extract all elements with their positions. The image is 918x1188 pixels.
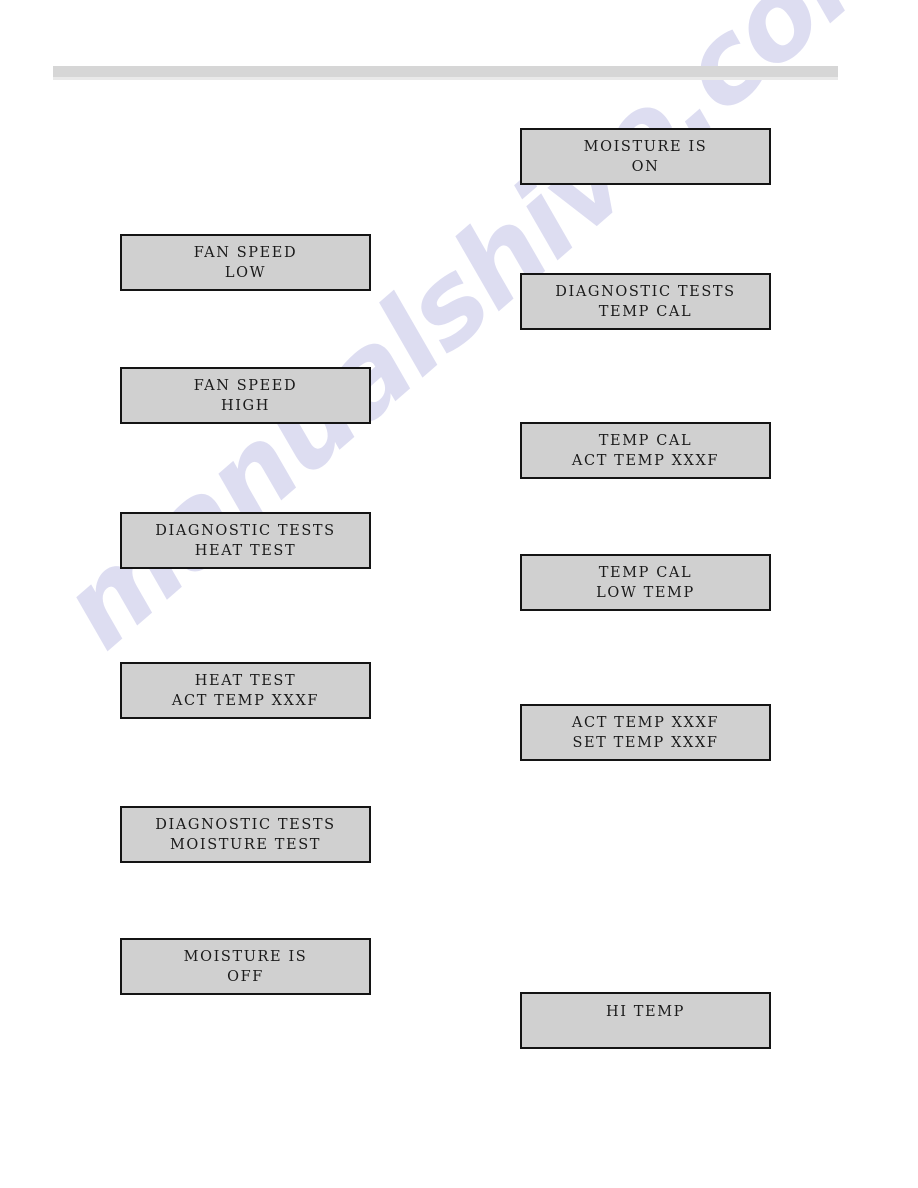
lcd-line-2: ACT TEMP XXXF: [171, 693, 320, 709]
lcd-line-1: TEMP CAL: [598, 565, 693, 581]
lcd-line-1: TEMP CAL: [598, 433, 693, 449]
lcd-line-2: SET TEMP XXXF: [572, 735, 719, 751]
lcd-panel-diagnostic-tests-heat-test: DIAGNOSTIC TESTS HEAT TEST: [120, 512, 371, 569]
lcd-panel-temp-cal-act-temp: TEMP CAL ACT TEMP XXXF: [520, 422, 771, 479]
header-rule: [53, 66, 838, 77]
lcd-line-2: TEMP CAL: [598, 304, 693, 320]
watermark-text: manualshive.com: [37, 0, 918, 675]
lcd-panel-fan-speed-low: FAN SPEED LOW: [120, 234, 371, 291]
lcd-line-2: ON: [631, 159, 660, 175]
lcd-panel-hi-temp: HI TEMP: [520, 992, 771, 1049]
lcd-line-2: OFF: [227, 969, 264, 985]
lcd-panel-moisture-is-on: MOISTURE IS ON: [520, 128, 771, 185]
lcd-line-1: HI TEMP: [605, 1004, 686, 1020]
lcd-line-2: LOW TEMP: [596, 585, 695, 601]
lcd-panel-moisture-is-off: MOISTURE IS OFF: [120, 938, 371, 995]
lcd-panel-heat-test-act-temp: HEAT TEST ACT TEMP XXXF: [120, 662, 371, 719]
lcd-panel-temp-cal-low-temp: TEMP CAL LOW TEMP: [520, 554, 771, 611]
lcd-line-2: HEAT TEST: [194, 543, 297, 559]
lcd-line-1: DIAGNOSTIC TESTS: [555, 284, 736, 300]
lcd-line-2: MOISTURE TEST: [169, 837, 322, 853]
lcd-line-1: FAN SPEED: [193, 378, 298, 394]
lcd-line-1: HEAT TEST: [194, 673, 297, 689]
lcd-line-1: MOISTURE IS: [183, 949, 308, 965]
watermark-layer: manualshive.com: [0, 0, 918, 1188]
lcd-line-2: LOW: [224, 265, 267, 281]
lcd-line-1: MOISTURE IS: [583, 139, 708, 155]
lcd-panel-diagnostic-tests-moisture-test: DIAGNOSTIC TESTS MOISTURE TEST: [120, 806, 371, 863]
lcd-line-1: ACT TEMP XXXF: [571, 715, 720, 731]
lcd-line-2: HIGH: [220, 398, 270, 414]
lcd-line-1: DIAGNOSTIC TESTS: [155, 817, 336, 833]
lcd-panel-fan-speed-high: FAN SPEED HIGH: [120, 367, 371, 424]
lcd-panel-diagnostic-tests-temp-cal: DIAGNOSTIC TESTS TEMP CAL: [520, 273, 771, 330]
header-rule-shadow: [53, 77, 838, 80]
lcd-line-1: DIAGNOSTIC TESTS: [155, 523, 336, 539]
lcd-line-2: ACT TEMP XXXF: [571, 453, 720, 469]
lcd-line-1: FAN SPEED: [193, 245, 298, 261]
lcd-panel-act-set-temp: ACT TEMP XXXF SET TEMP XXXF: [520, 704, 771, 761]
